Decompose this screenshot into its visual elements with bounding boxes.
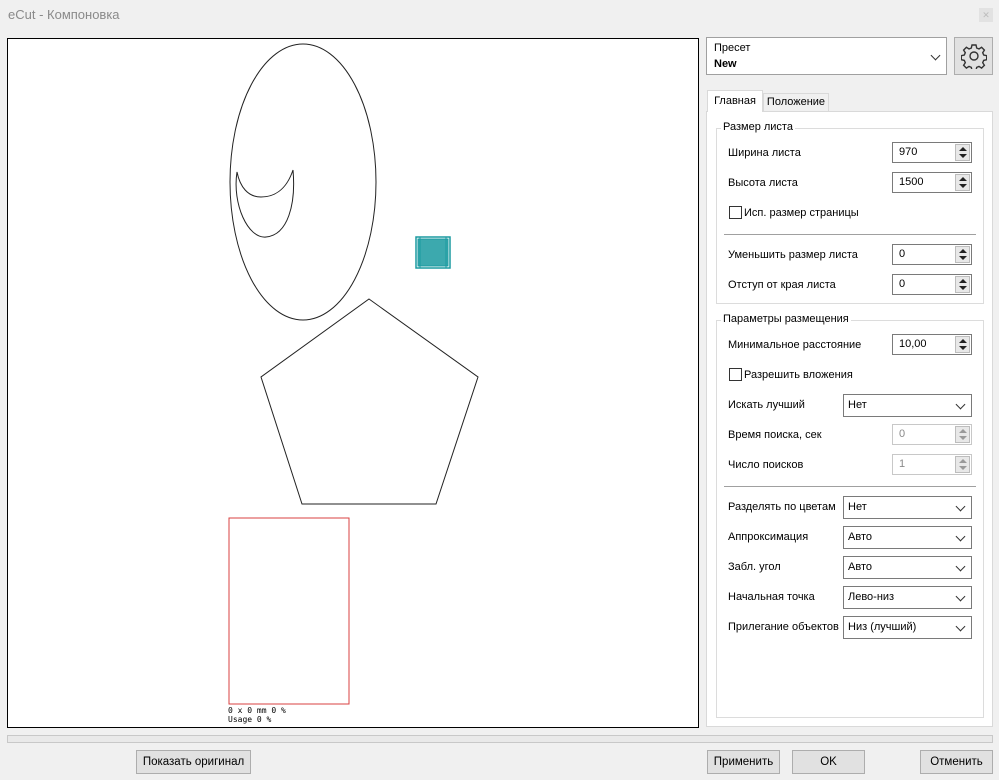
search-time-label: Время поиска, сек (728, 429, 822, 441)
search-time-value: 0 (899, 428, 906, 440)
sheet-height-value: 1500 (899, 176, 924, 188)
sheet-margin-value: 0 (899, 278, 906, 290)
spin-arrows-icon[interactable] (955, 174, 970, 191)
chevron-down-icon (955, 561, 966, 572)
search-time-input[interactable]: 0 (892, 424, 972, 445)
chevron-down-icon (955, 501, 966, 512)
layout-canvas[interactable]: 0 x 0 mm 0 % Usage 0 % (7, 38, 699, 728)
sheet-info-usage: Usage 0 % (228, 715, 272, 724)
chevron-down-icon (955, 399, 966, 410)
spin-arrows-icon[interactable] (955, 456, 970, 473)
divider (724, 234, 976, 235)
reduce-sheet-input[interactable]: 0 (892, 244, 972, 265)
chevron-down-icon (955, 621, 966, 632)
split-colors-dropdown[interactable]: Нет (843, 496, 972, 519)
lock-angle-dropdown[interactable]: Авто (843, 556, 972, 579)
settings-button[interactable] (954, 37, 993, 75)
close-icon[interactable]: ✕ (979, 8, 993, 22)
sheet-width-label: Ширина листа (728, 147, 801, 159)
allow-nesting-label[interactable]: Разрешить вложения (744, 369, 853, 381)
tab-position[interactable]: Положение (763, 93, 829, 111)
approximation-value: Авто (848, 531, 872, 543)
sheet-outline (228, 517, 350, 705)
reduce-sheet-label: Уменьшить размер листа (728, 249, 858, 261)
min-distance-value: 10,00 (899, 338, 927, 350)
layout-shapes (228, 43, 479, 705)
window-title: eCut - Компоновка (8, 7, 120, 22)
apply-button[interactable]: Применить (707, 750, 780, 774)
approximation-dropdown[interactable]: Авто (843, 526, 972, 549)
spin-arrows-icon[interactable] (955, 426, 970, 443)
sheet-height-label: Высота листа (728, 177, 798, 189)
object-fit-value: Низ (лучший) (848, 621, 917, 633)
horizontal-scrollbar[interactable] (7, 735, 993, 743)
crescent-shape (235, 169, 295, 238)
start-point-dropdown[interactable]: Лево-низ (843, 586, 972, 609)
cancel-button[interactable]: Отменить (920, 750, 993, 774)
sheet-size-title: Размер листа (721, 121, 795, 133)
preset-value: New (714, 58, 737, 70)
tab-main[interactable]: Главная (707, 90, 763, 112)
chevron-down-icon (955, 531, 966, 542)
start-point-value: Лево-низ (848, 591, 895, 603)
find-best-label: Искать лучший (728, 399, 805, 411)
split-colors-value: Нет (848, 501, 867, 513)
min-distance-label: Минимальное расстояние (728, 339, 862, 351)
sheet-height-input[interactable]: 1500 (892, 172, 972, 193)
ellipse-shape (229, 43, 377, 321)
reduce-sheet-value: 0 (899, 248, 906, 260)
spin-arrows-icon[interactable] (955, 246, 970, 263)
object-fit-dropdown[interactable]: Низ (лучший) (843, 616, 972, 639)
spin-arrows-icon[interactable] (955, 144, 970, 161)
placement-title: Параметры размещения (721, 313, 851, 325)
selected-object (415, 236, 451, 269)
sheet-width-value: 970 (899, 146, 918, 158)
chevron-down-icon (930, 50, 941, 61)
lock-angle-value: Авто (848, 561, 872, 573)
spin-arrows-icon[interactable] (955, 336, 970, 353)
find-best-value: Нет (848, 399, 867, 411)
search-count-value: 1 (899, 458, 906, 470)
sheet-width-input[interactable]: 970 (892, 142, 972, 163)
use-page-size-checkbox[interactable] (729, 206, 742, 219)
split-colors-label: Разделять по цветам (728, 501, 836, 513)
start-point-label: Начальная точка (728, 591, 815, 603)
sheet-margin-label: Отступ от края листа (728, 279, 836, 291)
sheet-margin-input[interactable]: 0 (892, 274, 972, 295)
approximation-label: Аппроксимация (728, 531, 809, 543)
object-fit-label: Прилегание объектов (728, 621, 839, 633)
pentagon-shape (260, 298, 479, 505)
search-count-input[interactable]: 1 (892, 454, 972, 475)
divider (724, 486, 976, 487)
search-count-label: Число поисков (728, 459, 804, 471)
gear-icon (960, 44, 987, 69)
spin-arrows-icon[interactable] (955, 276, 970, 293)
use-page-size-label[interactable]: Исп. размер страницы (744, 207, 859, 219)
preset-dropdown[interactable]: Пресет New (706, 37, 947, 75)
ok-button[interactable]: OK (792, 750, 865, 774)
preset-label: Пресет (714, 42, 751, 54)
allow-nesting-checkbox[interactable] (729, 368, 742, 381)
sheet-info-size: 0 x 0 mm 0 % (228, 706, 286, 715)
min-distance-input[interactable]: 10,00 (892, 334, 972, 355)
chevron-down-icon (955, 591, 966, 602)
sheet-info: 0 x 0 mm 0 % Usage 0 % (228, 706, 286, 724)
find-best-dropdown[interactable]: Нет (843, 394, 972, 417)
show-original-button[interactable]: Показать оригинал (136, 750, 251, 774)
settings-panel: Размер листа Ширина листа 970 Высота лис… (706, 111, 993, 727)
lock-angle-label: Забл. угол (728, 561, 781, 573)
